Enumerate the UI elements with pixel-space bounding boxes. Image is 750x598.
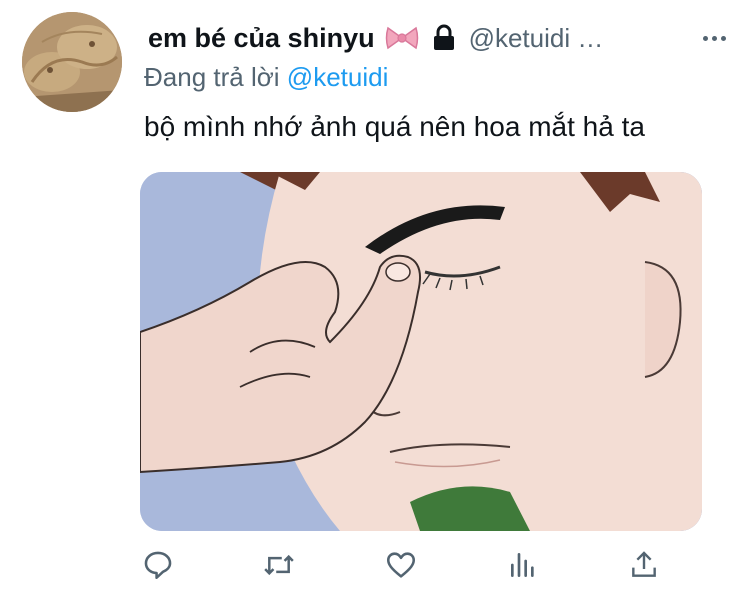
reply-button[interactable] xyxy=(138,545,178,585)
reply-mention-link[interactable]: @ketuidi xyxy=(287,62,389,92)
tweet-header: em bé của shinyu @ketuidi … xyxy=(148,18,728,58)
avatar[interactable] xyxy=(22,12,122,112)
reply-prefix: Đang trả lời xyxy=(144,62,280,92)
tweet-actions xyxy=(0,545,750,589)
lock-icon xyxy=(431,24,457,52)
tweet-media-image[interactable] xyxy=(140,172,702,531)
more-dots-icon[interactable] xyxy=(701,35,728,41)
retweet-button[interactable] xyxy=(259,545,299,585)
handle[interactable]: @ketuidi … xyxy=(469,23,604,54)
like-icon xyxy=(386,552,416,578)
analytics-button[interactable] xyxy=(503,545,543,585)
share-icon xyxy=(632,551,656,577)
replying-to: Đang trả lời @ketuidi xyxy=(144,62,388,93)
analytics-icon xyxy=(511,553,534,577)
share-button[interactable] xyxy=(624,545,664,585)
reply-icon xyxy=(144,551,172,580)
ribbon-bow-icon xyxy=(385,25,419,51)
display-name[interactable]: em bé của shinyu xyxy=(148,23,375,54)
tweet-text: bộ mình nhớ ảnh quá nên hoa mắt hả ta xyxy=(144,111,645,142)
retweet-icon xyxy=(264,554,294,576)
like-button[interactable] xyxy=(381,545,421,585)
